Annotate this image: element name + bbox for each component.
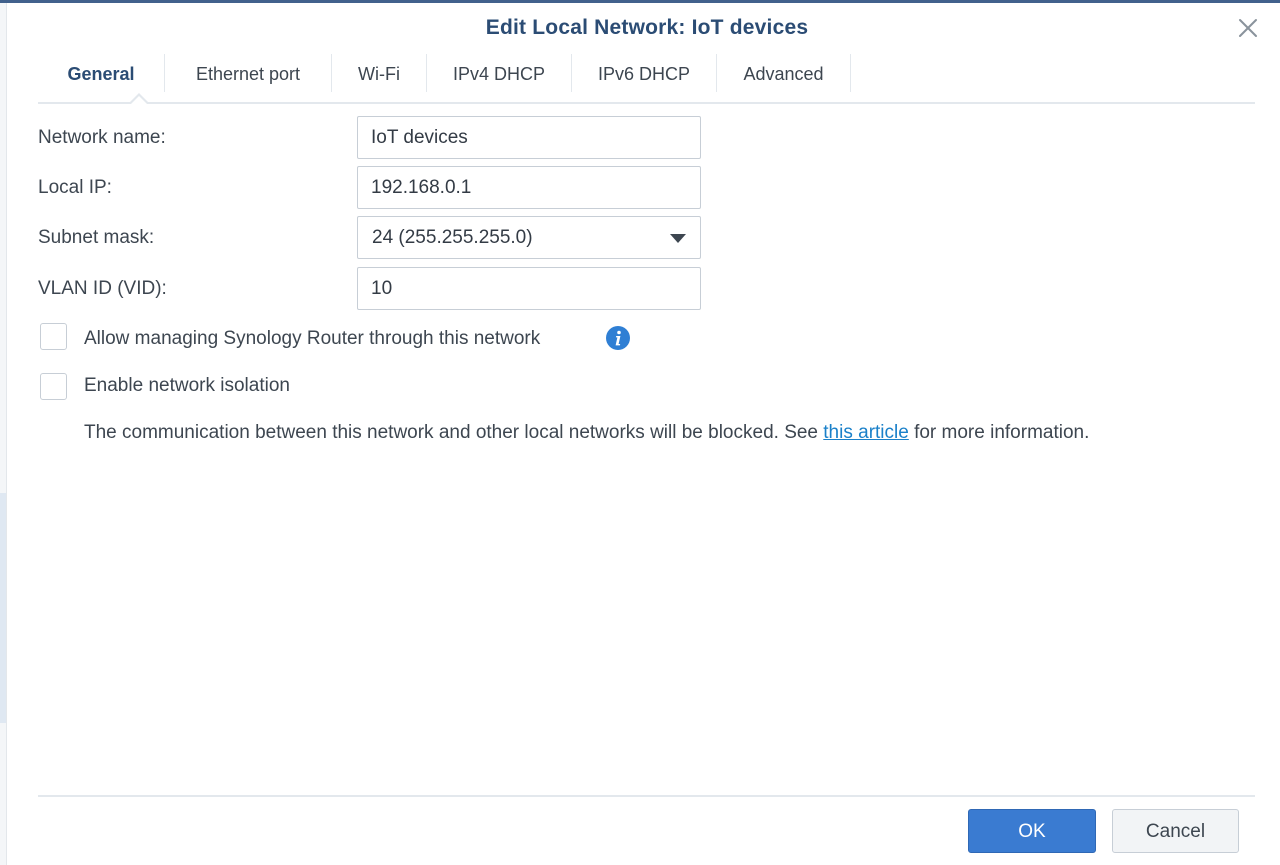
ok-button[interactable]: OK <box>968 809 1096 853</box>
help-text-after: for more information. <box>908 422 1090 443</box>
tab-bar: General Ethernet port Wi-Fi IPv4 DHCP IP… <box>38 54 1255 104</box>
network-name-input[interactable] <box>357 116 701 159</box>
isolation-help-text: The communication between this network a… <box>84 422 1089 444</box>
close-button[interactable] <box>1236 16 1260 40</box>
background-window-edge <box>0 3 7 865</box>
background-window-highlight <box>0 493 6 723</box>
tab-ipv6-dhcp[interactable]: IPv6 DHCP <box>572 54 716 94</box>
allow-managing-label[interactable]: Allow managing Synology Router through t… <box>84 328 540 350</box>
info-icon <box>606 326 630 350</box>
vlan-id-label: VLAN ID (VID): <box>38 278 167 299</box>
dialog-title: Edit Local Network: IoT devices <box>485 16 809 39</box>
edit-local-network-dialog: Edit Local Network: IoT devices General … <box>0 0 1280 865</box>
tab-wifi[interactable]: Wi-Fi <box>332 54 426 94</box>
subnet-mask-label: Subnet mask: <box>38 227 155 248</box>
window-top-border <box>0 0 1280 3</box>
subnet-mask-value: 24 (255.255.255.0) <box>372 227 533 248</box>
tab-ethernet-port[interactable]: Ethernet port <box>165 54 331 94</box>
local-ip-input[interactable] <box>357 166 701 209</box>
footer-divider <box>38 795 1255 797</box>
network-isolation-label[interactable]: Enable network isolation <box>84 375 290 397</box>
subnet-mask-select[interactable]: 24 (255.255.255.0) <box>357 216 701 259</box>
active-tab-indicator-inner <box>131 96 147 104</box>
cancel-button[interactable]: Cancel <box>1112 809 1239 853</box>
tab-general[interactable]: General <box>38 54 164 94</box>
tab-separator <box>850 54 851 92</box>
close-icon <box>1239 19 1257 37</box>
tab-ipv4-dhcp[interactable]: IPv4 DHCP <box>427 54 571 94</box>
info-button[interactable] <box>605 325 631 351</box>
chevron-down-icon <box>670 234 686 243</box>
network-isolation-checkbox[interactable] <box>40 373 67 400</box>
this-article-link[interactable]: this article <box>823 422 909 443</box>
network-name-label: Network name: <box>38 127 166 148</box>
local-ip-label: Local IP: <box>38 177 112 198</box>
vlan-id-input[interactable] <box>357 267 701 310</box>
help-text-before: The communication between this network a… <box>84 422 824 443</box>
tab-advanced[interactable]: Advanced <box>717 54 850 94</box>
allow-managing-checkbox[interactable] <box>40 323 67 350</box>
